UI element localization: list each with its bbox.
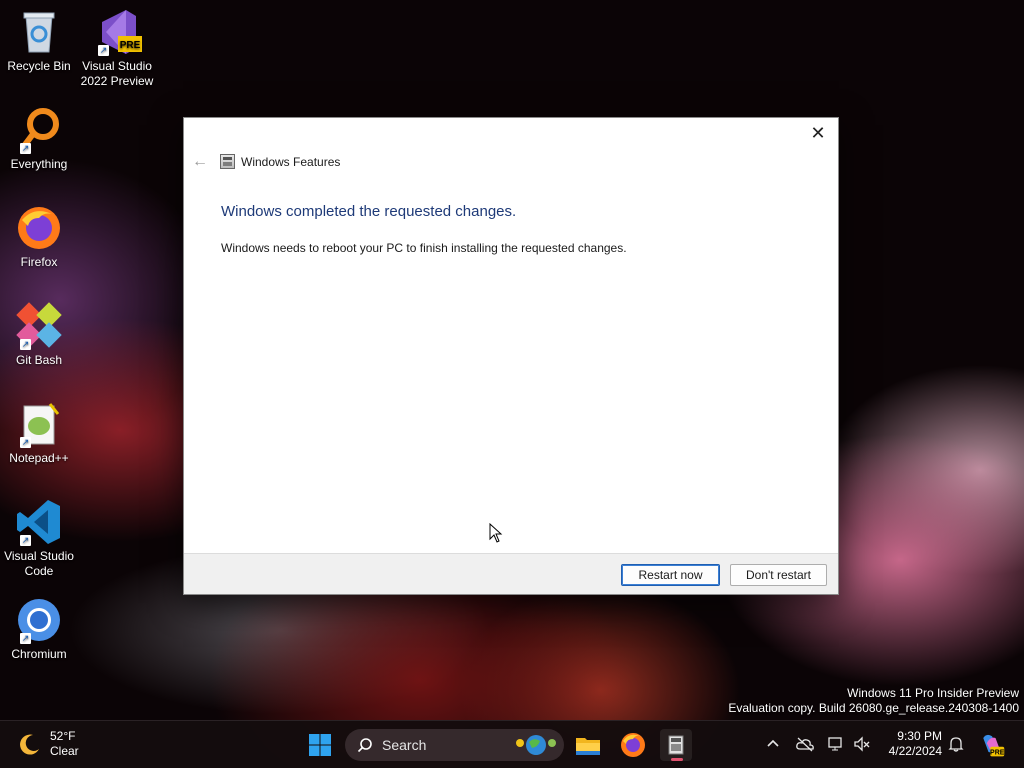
active-window-indicator [671, 758, 683, 761]
watermark-line-2: Evaluation copy. Build 26080.ge_release.… [728, 701, 1019, 715]
desktop-icon-label: Git Bash [15, 353, 63, 367]
desktop-icon-label: Visual Studio Code [4, 549, 74, 578]
visual-studio-preview-icon: PRE ↗ [92, 8, 142, 56]
moon-icon [20, 734, 39, 755]
windows-features-dialog: ✕ ← Windows Features Windows completed t… [183, 117, 839, 595]
recycle-bin-icon [14, 8, 64, 56]
search-label: Search [382, 737, 427, 753]
network-display-icon[interactable] [827, 735, 845, 753]
onedrive-cloud-icon[interactable] [795, 735, 814, 753]
weather-condition: Clear [50, 744, 79, 758]
taskbar: 52°F Clear Search 9:30 PM 4/22/2024 PRE [0, 720, 1024, 768]
shortcut-arrow-icon: ↗ [20, 143, 31, 154]
dialog-message: Windows needs to reboot your PC to finis… [221, 241, 627, 255]
volume-muted-icon[interactable] [853, 735, 871, 753]
shortcut-arrow-icon: ↗ [20, 633, 31, 644]
close-button[interactable]: ✕ [804, 122, 832, 144]
taskbar-search-box[interactable]: Search [345, 729, 564, 761]
watermark-line-1: Windows 11 Pro Insider Preview [847, 686, 1019, 700]
desktop-icon-label: Visual Studio 2022 Preview [80, 59, 154, 88]
desktop-icon-firefox[interactable]: Firefox [0, 204, 79, 270]
desktop-icon-everything[interactable]: ↗ Everything [0, 106, 79, 172]
clock-date: 4/22/2024 [888, 744, 942, 758]
firefox-icon [14, 204, 64, 252]
dialog-title-area: Windows Features [220, 154, 340, 169]
desktop-icon-label: Everything [10, 157, 68, 171]
weather-widget[interactable]: 52°F Clear [18, 729, 79, 759]
firefox-taskbar-icon[interactable] [617, 729, 649, 761]
desktop-icon-label: Notepad++ [9, 451, 69, 465]
desktop-icon-notepadpp[interactable]: ↗ Notepad++ [0, 400, 79, 466]
start-button-icon[interactable] [304, 729, 336, 761]
desktop-icon-vscode[interactable]: ↗ Visual Studio Code [0, 498, 79, 579]
desktop-icon-chromium[interactable]: ↗ Chromium [0, 596, 79, 662]
file-explorer-icon[interactable] [572, 729, 604, 761]
dialog-footer: Restart now Don't restart [184, 553, 838, 594]
notepadpp-icon: ↗ [14, 400, 64, 448]
windows-features-taskbar-icon[interactable] [660, 729, 692, 761]
shortcut-arrow-icon: ↗ [20, 339, 31, 350]
dont-restart-button[interactable]: Don't restart [730, 564, 827, 586]
mouse-cursor-icon [489, 523, 503, 543]
clock-time: 9:30 PM [897, 729, 942, 743]
window-title: Windows Features [241, 154, 341, 169]
search-highlight-globe-icon [516, 735, 556, 755]
evaluation-watermark: Windows 11 Pro Insider Preview Evaluatio… [728, 686, 1019, 716]
show-hidden-icons-chevron-icon[interactable] [764, 735, 782, 753]
system-clock[interactable]: 9:30 PM 4/22/2024 [882, 729, 942, 759]
chromium-icon: ↗ [14, 596, 64, 644]
shortcut-arrow-icon: ↗ [20, 437, 31, 448]
shortcut-arrow-icon: ↗ [20, 535, 31, 546]
svg-text:PRE: PRE [990, 750, 1005, 757]
svg-text:PRE: PRE [120, 40, 141, 51]
desktop-icon-label: Firefox [20, 255, 58, 269]
back-arrow-icon[interactable]: ← [190, 152, 210, 172]
restart-now-button[interactable]: Restart now [621, 564, 720, 586]
copilot-preview-icon[interactable]: PRE [978, 731, 1006, 759]
git-bash-icon: ↗ [14, 302, 64, 350]
vscode-icon: ↗ [14, 498, 64, 546]
shortcut-arrow-icon: ↗ [98, 45, 109, 56]
desktop-icon-git-bash[interactable]: ↗ Git Bash [0, 302, 79, 368]
desktop-icon-recycle-bin[interactable]: Recycle Bin [0, 8, 79, 74]
weather-temperature: 52°F [50, 729, 76, 743]
windows-features-icon [220, 154, 235, 169]
desktop-icon-label: Recycle Bin [7, 59, 71, 73]
search-icon [357, 738, 372, 753]
desktop-icon-label: Chromium [11, 647, 67, 661]
everything-search-icon: ↗ [14, 106, 64, 154]
notification-bell-icon[interactable] [947, 735, 965, 753]
desktop-icon-visual-studio-preview[interactable]: PRE ↗ Visual Studio 2022 Preview [77, 8, 157, 89]
dialog-heading: Windows completed the requested changes. [221, 203, 517, 220]
